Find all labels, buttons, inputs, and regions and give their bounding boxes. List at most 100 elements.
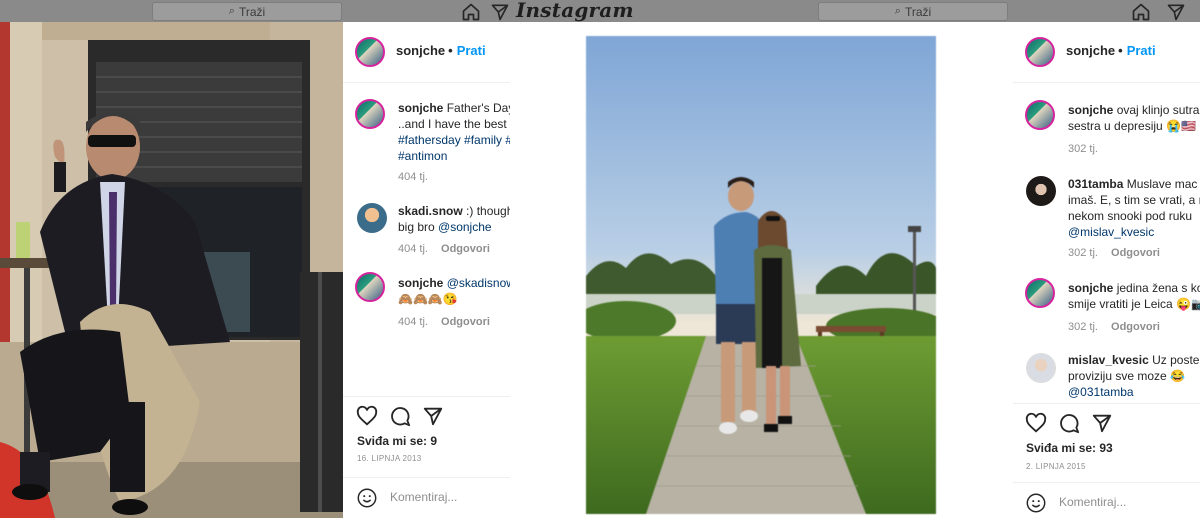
hashtag-link[interactable]: #fathersday #family #: [398, 133, 510, 147]
comment-text: 🙈🙈🙈😘: [398, 292, 458, 306]
add-comment-row: Komentiraj...: [1013, 482, 1200, 518]
comment-text: Muslave mac: [1126, 177, 1198, 191]
comment-text: :) though: [466, 204, 510, 218]
mention-link[interactable]: @mislav_kvesic: [1068, 225, 1154, 239]
search-input-left[interactable]: ⌕ Traži: [152, 2, 342, 21]
caption-user[interactable]: sonjche: [398, 101, 443, 115]
photo-modal: [510, 22, 1013, 518]
caption-text: Father's Day: [446, 101, 510, 115]
post-detail-panel-left: sonjche • Prati sonjche Father's Day ..and…: [343, 22, 510, 518]
comment-input[interactable]: Komentiraj...: [390, 490, 457, 504]
post-author: sonjche • Prati: [1066, 43, 1156, 58]
comment: sonjche @skadisnow 🙈🙈🙈😘: [398, 275, 510, 307]
comment-meta: 404 tj. Odgovori: [398, 316, 490, 328]
follow-button[interactable]: Prati: [1127, 43, 1156, 58]
post-header: sonjche • Prati: [1013, 22, 1200, 83]
comment-time: 302 tj.: [1068, 247, 1098, 259]
search-placeholder: Traži: [904, 4, 932, 19]
photo-illustration: [0, 22, 343, 518]
post-header: sonjche • Prati: [343, 22, 510, 83]
comment-meta: 404 tj. Odgovori: [398, 243, 490, 255]
reply-button[interactable]: Odgovori: [441, 316, 490, 328]
emoji-icon[interactable]: [1025, 492, 1047, 514]
caption-time: 404 tj.: [398, 171, 428, 183]
comment-meta: 302 tj. Odgovori: [1068, 247, 1160, 259]
comment-time: 302 tj.: [1068, 321, 1098, 333]
post-photo-father[interactable]: [0, 22, 343, 518]
comment-user[interactable]: 031tamba: [1068, 177, 1123, 191]
direct-message-icon[interactable]: [1166, 2, 1186, 22]
caption-text: ovaj klinjo sutra: [1116, 103, 1200, 117]
post-date: 16. LIPNJA 2013: [357, 454, 422, 463]
caption: sonjche ovaj klinjo sutra sestra u depre…: [1068, 102, 1199, 134]
search-icon: ⌕: [894, 5, 901, 17]
comment-meta: 302 tj. Odgovori: [1068, 321, 1160, 333]
post-photo-couple[interactable]: [586, 36, 936, 514]
heart-icon[interactable]: [1025, 412, 1047, 434]
share-icon[interactable]: [422, 405, 444, 427]
left-top-bar: ⌕ Traži: [0, 0, 510, 22]
mention-link[interactable]: @skadisnow: [447, 276, 510, 290]
comment-time: 404 tj.: [398, 243, 428, 255]
username-link[interactable]: sonjche: [1066, 43, 1115, 58]
comment-user[interactable]: skadi.snow: [398, 204, 463, 218]
caption-user[interactable]: sonjche: [1068, 103, 1113, 117]
add-comment-row: Komentiraj...: [343, 477, 510, 518]
comment-user[interactable]: mislav_kvesic: [1068, 353, 1149, 367]
heart-icon[interactable]: [356, 405, 378, 427]
avatar[interactable]: [1026, 176, 1056, 206]
reply-button[interactable]: Odgovori: [441, 243, 490, 255]
hashtag-link[interactable]: #antimon: [398, 149, 447, 163]
comment-text: nekom snooki pod ruku: [1068, 209, 1193, 223]
avatar[interactable]: [1025, 278, 1055, 308]
caption-text: ..and I have the best: [398, 117, 507, 131]
mention-link[interactable]: @031tamba: [1068, 385, 1134, 399]
reply-button[interactable]: Odgovori: [1111, 247, 1160, 259]
mention-link[interactable]: @sonjche: [438, 220, 492, 234]
like-count[interactable]: Sviđa mi se: 93: [1026, 441, 1113, 455]
search-icon: ⌕: [228, 5, 235, 17]
comment-text: jedina žena s ko: [1116, 281, 1200, 295]
comment-text: proviziju sve moze 😂: [1068, 369, 1185, 383]
search-input-right[interactable]: ⌕ Traži: [818, 2, 1008, 21]
comment-text: imaš. E, s tim se vrati, a r: [1068, 193, 1200, 207]
search-placeholder: Traži: [238, 4, 266, 19]
comment-text: Uz posten: [1152, 353, 1200, 367]
comment: skadi.snow :) though big bro @sonjche: [398, 203, 510, 235]
instagram-logo[interactable]: Instagram: [516, 0, 634, 22]
share-icon[interactable]: [1091, 412, 1113, 434]
avatar[interactable]: [355, 99, 385, 129]
caption-time: 302 tj.: [1068, 143, 1098, 155]
comment-time: 404 tj.: [398, 316, 428, 328]
post-author: sonjche • Prati: [396, 43, 486, 58]
avatar[interactable]: [355, 272, 385, 302]
avatar[interactable]: [1026, 353, 1056, 383]
caption-text: sestra u depresiju 😭🇺🇸: [1068, 119, 1196, 133]
avatar[interactable]: [1025, 37, 1055, 67]
emoji-icon[interactable]: [356, 487, 378, 509]
photo-illustration: [586, 36, 936, 514]
comment-input[interactable]: Komentiraj...: [1059, 495, 1126, 509]
comment-user[interactable]: sonjche: [1068, 281, 1113, 295]
avatar[interactable]: [357, 203, 387, 233]
comment: sonjche jedina žena s ko smije vratiti j…: [1068, 280, 1200, 312]
avatar[interactable]: [355, 37, 385, 67]
comment-text: big bro: [398, 220, 439, 234]
reply-button[interactable]: Odgovori: [1111, 321, 1160, 333]
avatar[interactable]: [1025, 100, 1055, 130]
username-link[interactable]: sonjche: [396, 43, 445, 58]
post-detail-panel-right: sonjche • Prati sonjche ovaj klinjo sutra …: [1013, 22, 1200, 518]
comment-icon[interactable]: [1058, 412, 1080, 434]
follow-button[interactable]: Prati: [457, 43, 486, 58]
comment: 031tamba Muslave mac imaš. E, s tim se v…: [1068, 176, 1200, 240]
direct-message-icon[interactable]: [490, 2, 510, 22]
comment-user[interactable]: sonjche: [398, 276, 443, 290]
like-count[interactable]: Sviđa mi se: 9: [357, 434, 437, 448]
comment-text: smije vratiti je Leica 😜📷: [1068, 297, 1200, 311]
post-date: 2. LIPNJA 2015: [1026, 462, 1086, 471]
comment-icon[interactable]: [389, 405, 411, 427]
home-icon[interactable]: [461, 2, 481, 22]
caption: sonjche Father's Day ..and I have the be…: [398, 100, 510, 164]
home-icon[interactable]: [1131, 2, 1151, 22]
comment: mislav_kvesic Uz posten proviziju sve mo…: [1068, 352, 1200, 400]
